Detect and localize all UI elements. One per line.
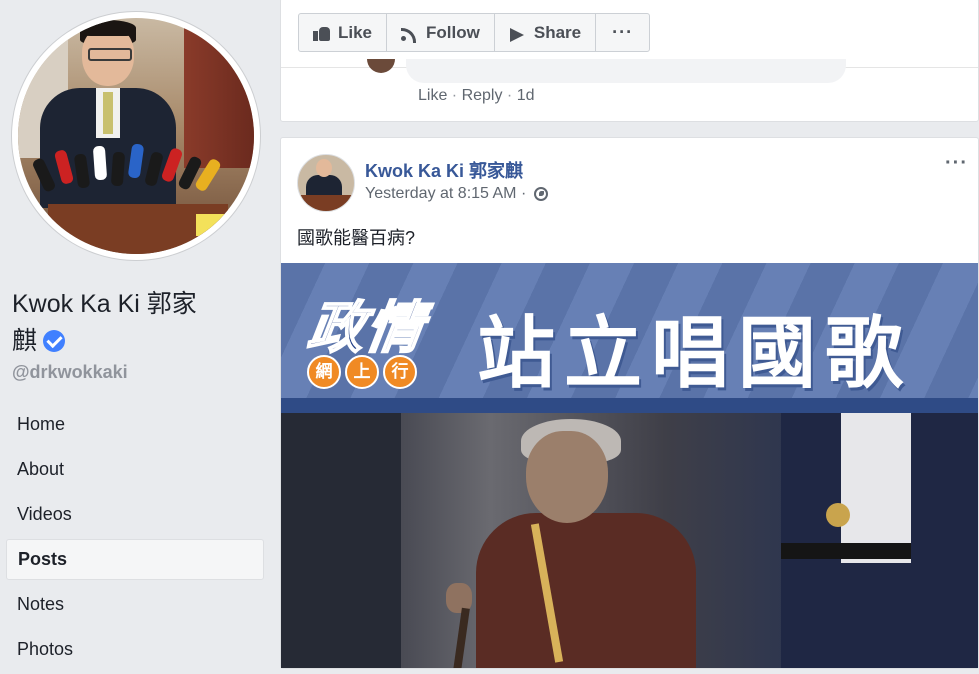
show-sub-char: 網	[307, 355, 341, 389]
separator: ·	[502, 87, 517, 104]
comment-avatar[interactable]	[367, 59, 395, 73]
rss-follow-icon	[401, 25, 419, 43]
post-image[interactable]: 政情 網 上 行 站立唱國歌	[281, 263, 978, 668]
image-photo	[281, 413, 978, 668]
comment-bubble	[406, 59, 846, 83]
post-card: Kwok Ka Ki 郭家麒 Yesterday at 8:15 AM · ··…	[280, 137, 979, 669]
comment-like-link[interactable]: Like	[418, 87, 447, 104]
nav-item-photos[interactable]: Photos	[6, 629, 264, 670]
nav-item-posts[interactable]: Posts	[6, 539, 264, 580]
show-title: 政情	[303, 295, 430, 360]
comment-reply-link[interactable]: Reply	[462, 87, 503, 104]
verified-badge-icon	[43, 330, 66, 352]
nav-item-videos[interactable]: Videos	[6, 494, 264, 535]
share-arrow-icon	[509, 25, 527, 42]
show-subtitle: 網 上 行	[307, 355, 421, 389]
profile-picture[interactable]	[12, 12, 260, 260]
profile-photo-image	[18, 18, 254, 254]
comment-actions: Like · Reply · 1d	[418, 87, 535, 105]
post-author-name[interactable]: Kwok Ka Ki 郭家麒	[365, 157, 523, 183]
like-page-button[interactable]: Like	[299, 14, 388, 51]
share-page-label: Share	[533, 22, 582, 42]
nav-item-notes[interactable]: Notes	[6, 584, 264, 625]
image-banner: 政情 網 上 行 站立唱國歌	[281, 263, 978, 413]
post-author-avatar[interactable]	[297, 154, 355, 212]
follow-page-label: Follow	[426, 22, 480, 42]
more-dots-icon: ···	[612, 22, 634, 42]
image-headline: 站立唱國歌	[477, 309, 913, 397]
page-sidebar: Kwok Ka Ki 郭家 麒 @drkwokkaki Home About V…	[0, 0, 280, 659]
post-timestamp[interactable]: Yesterday at 8:15 AM ·	[365, 185, 526, 202]
globe-icon[interactable]	[533, 187, 548, 201]
follow-page-button[interactable]: Follow	[387, 14, 495, 51]
page-name-line1: Kwok Ka Ki 郭家	[12, 290, 197, 318]
share-page-button[interactable]: Share	[495, 14, 597, 51]
comment-age[interactable]: 1d	[517, 87, 535, 104]
nav-item-home[interactable]: Home	[6, 404, 264, 445]
page-title[interactable]: Kwok Ka Ki 郭家 麒	[12, 286, 252, 360]
show-sub-char: 上	[345, 355, 379, 389]
show-sub-char: 行	[383, 355, 417, 389]
page-nav: Home About Videos Posts Notes Photos	[6, 404, 264, 674]
nav-item-about[interactable]: About	[6, 449, 264, 490]
post-options-button[interactable]: ···	[945, 152, 968, 175]
page-action-bar: Like Follow Share ···	[298, 13, 651, 52]
separator: ·	[447, 87, 462, 104]
more-options-button[interactable]: ···	[596, 14, 649, 51]
like-page-label: Like	[338, 22, 373, 42]
page-name-line2: 麒	[12, 327, 38, 355]
thumbs-up-icon	[313, 25, 331, 41]
page-handle[interactable]: @drkwokkaki	[12, 362, 128, 383]
post-text: 國歌能醫百病?	[297, 228, 416, 248]
post-timestamp-row: Yesterday at 8:15 AM ·	[365, 185, 548, 203]
previous-post-card: Like Follow Share ··· Like · Reply · 1d	[280, 0, 979, 122]
